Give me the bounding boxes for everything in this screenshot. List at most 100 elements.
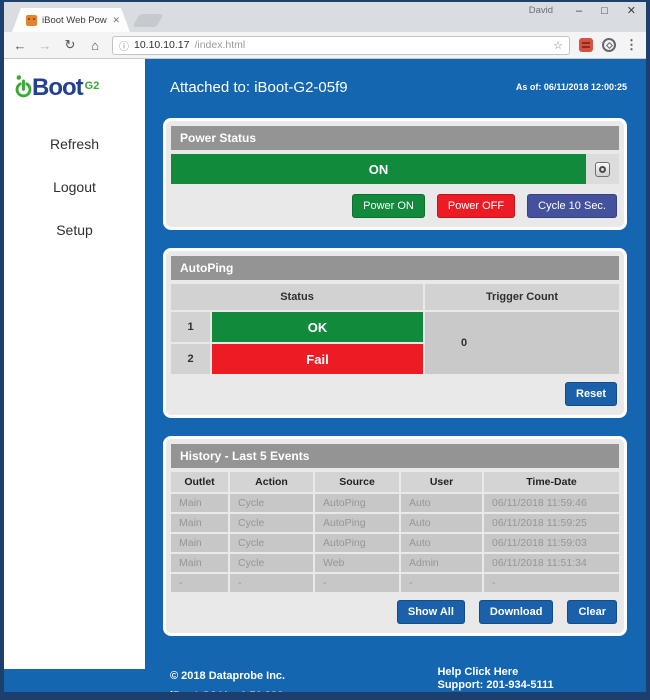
history-cell: AutoPing [315,534,399,552]
tab-close-icon[interactable]: ✕ [112,15,120,26]
browser-tab[interactable]: iBoot Web Power Switch ✕ [12,8,130,32]
address-bar[interactable]: ⓘ 10.10.10.17 /index.html ☆ [112,36,570,55]
tab-title: iBoot Web Power Switch [42,15,107,26]
forward-icon[interactable]: → [37,38,53,53]
power-indicator-glyph [599,166,606,173]
sidebar-item-refresh[interactable]: Refresh [4,136,145,152]
history-cell: Auto [401,534,482,552]
minimize-icon[interactable]: – [576,5,582,17]
autoping-row1-status: OK [212,312,423,342]
page-info-icon[interactable]: ⓘ [119,38,129,53]
history-cell: AutoPing [315,494,399,512]
extension-icon-red[interactable] [579,38,593,52]
browser-toolbar: ← → ↻ ⌂ ⓘ 10.10.10.17 /index.html ☆ ⋮ [4,32,646,59]
close-icon[interactable]: ✕ [627,4,636,17]
screenshot-frame: iBoot Web Power Switch ✕ David – □ ✕ ← →… [0,0,650,700]
power-status-title: Power Status [171,126,619,150]
sidebar-nav: Refresh Logout Setup [4,136,145,238]
back-icon[interactable]: ← [12,38,28,53]
maximize-icon[interactable]: □ [601,5,608,17]
new-tab-button[interactable] [133,14,164,27]
history-cell: - [401,574,482,592]
sidebar: BootG2 Refresh Logout Setup [4,59,145,669]
footer-right: Help Click Here Support: 201-934-5111 su… [437,666,646,692]
as-of-timestamp: As of: 06/11/2018 12:00:25 [516,82,627,92]
footer-left: © 2018 Dataprobe Inc. iBoot-G2 Ver:1.51.… [170,666,285,692]
autoping-panel: AutoPing Status Trigger Count 1 OK 0 2 F… [163,248,627,418]
history-cell: Main [171,514,228,532]
history-table: Outlet Action Source User Time-Date Main… [171,472,619,592]
history-cell: 06/11/2018 11:59:46 [484,494,619,512]
page-body: BootG2 Refresh Logout Setup Attached to:… [4,59,646,692]
show-all-button[interactable]: Show All [397,600,465,624]
power-indicator-icon[interactable] [595,162,610,177]
browser-profile-name[interactable]: David [529,5,553,16]
extension-circle-inner [605,41,612,48]
history-cell: 06/11/2018 11:59:03 [484,534,619,552]
history-cell: Web [315,554,399,572]
power-status-row: ON [171,154,619,184]
history-panel: History - Last 5 Events Outlet Action So… [163,436,627,636]
history-cell: AutoPing [315,514,399,532]
autoping-actions-row: Reset [171,382,617,406]
autoping-trigger-count: 0 [425,312,619,374]
window-controls: David – □ ✕ [529,4,636,17]
history-col-action: Action [230,472,313,492]
autoping-status-header: Status [171,284,423,310]
power-status-panel: Power Status ON Power ON Power OFF Cycle… [163,118,627,230]
url-path: /index.html [194,39,245,51]
history-cell: Admin [401,554,482,572]
autoping-row2-status: Fail [212,344,423,374]
power-icon-cell [586,154,619,184]
reset-button[interactable]: Reset [565,382,617,406]
history-cell: Main [171,534,228,552]
history-col-source: Source [315,472,399,492]
history-cell: Main [171,554,228,572]
history-cell: - [484,574,619,592]
extension-icon-circle[interactable] [602,38,616,52]
autoping-trigger-header: Trigger Count [425,284,619,310]
history-cell: Cycle [230,494,313,512]
history-cell: - [230,574,313,592]
autoping-title: AutoPing [171,256,619,280]
history-cell: - [315,574,399,592]
history-title: History - Last 5 Events [171,444,619,468]
history-cell: 06/11/2018 11:51:34 [484,554,619,572]
history-col-user: User [401,472,482,492]
history-cell: - [171,574,228,592]
history-actions-row: Show All Download Clear [171,600,617,624]
power-state-bar: ON [171,154,586,184]
sidebar-item-logout[interactable]: Logout [4,179,145,195]
cycle-button[interactable]: Cycle 10 Sec. [527,194,617,218]
home-icon[interactable]: ⌂ [87,38,103,53]
history-cell: Cycle [230,534,313,552]
power-on-button[interactable]: Power ON [352,194,425,218]
history-cell: Main [171,494,228,512]
copyright-text: © 2018 Dataprobe Inc. [170,666,285,686]
version-text: iBoot-G2 Ver:1.51.236 [170,686,285,692]
download-button[interactable]: Download [479,600,554,624]
iboot-logo: BootG2 [4,59,145,102]
power-off-button[interactable]: Power OFF [437,194,515,218]
sidebar-item-setup[interactable]: Setup [4,222,145,238]
bookmark-star-icon[interactable]: ☆ [553,39,563,52]
attached-to-title: Attached to: iBoot-G2-05f9 [170,79,348,96]
logo-text: Boot [32,74,83,101]
clear-button[interactable]: Clear [567,600,617,624]
main-content: Attached to: iBoot-G2-05f9 As of: 06/11/… [145,59,646,692]
page-footer: © 2018 Dataprobe Inc. iBoot-G2 Ver:1.51.… [170,666,646,692]
history-cell: Auto [401,494,482,512]
reload-icon[interactable]: ↻ [62,37,78,53]
browser-menu-icon[interactable]: ⋮ [625,37,638,53]
logo-g2: G2 [85,80,100,92]
autoping-row2-number: 2 [171,344,210,374]
autoping-row1-number: 1 [171,312,210,342]
support-phone: Support: 201-934-5111 [437,679,568,692]
history-cell: Auto [401,514,482,532]
history-col-outlet: Outlet [171,472,228,492]
history-cell: Cycle [230,554,313,572]
outlet-favicon-icon [26,15,37,26]
power-symbol-icon [15,73,32,99]
history-cell: 06/11/2018 11:59:25 [484,514,619,532]
help-link[interactable]: Help Click Here [437,666,518,678]
